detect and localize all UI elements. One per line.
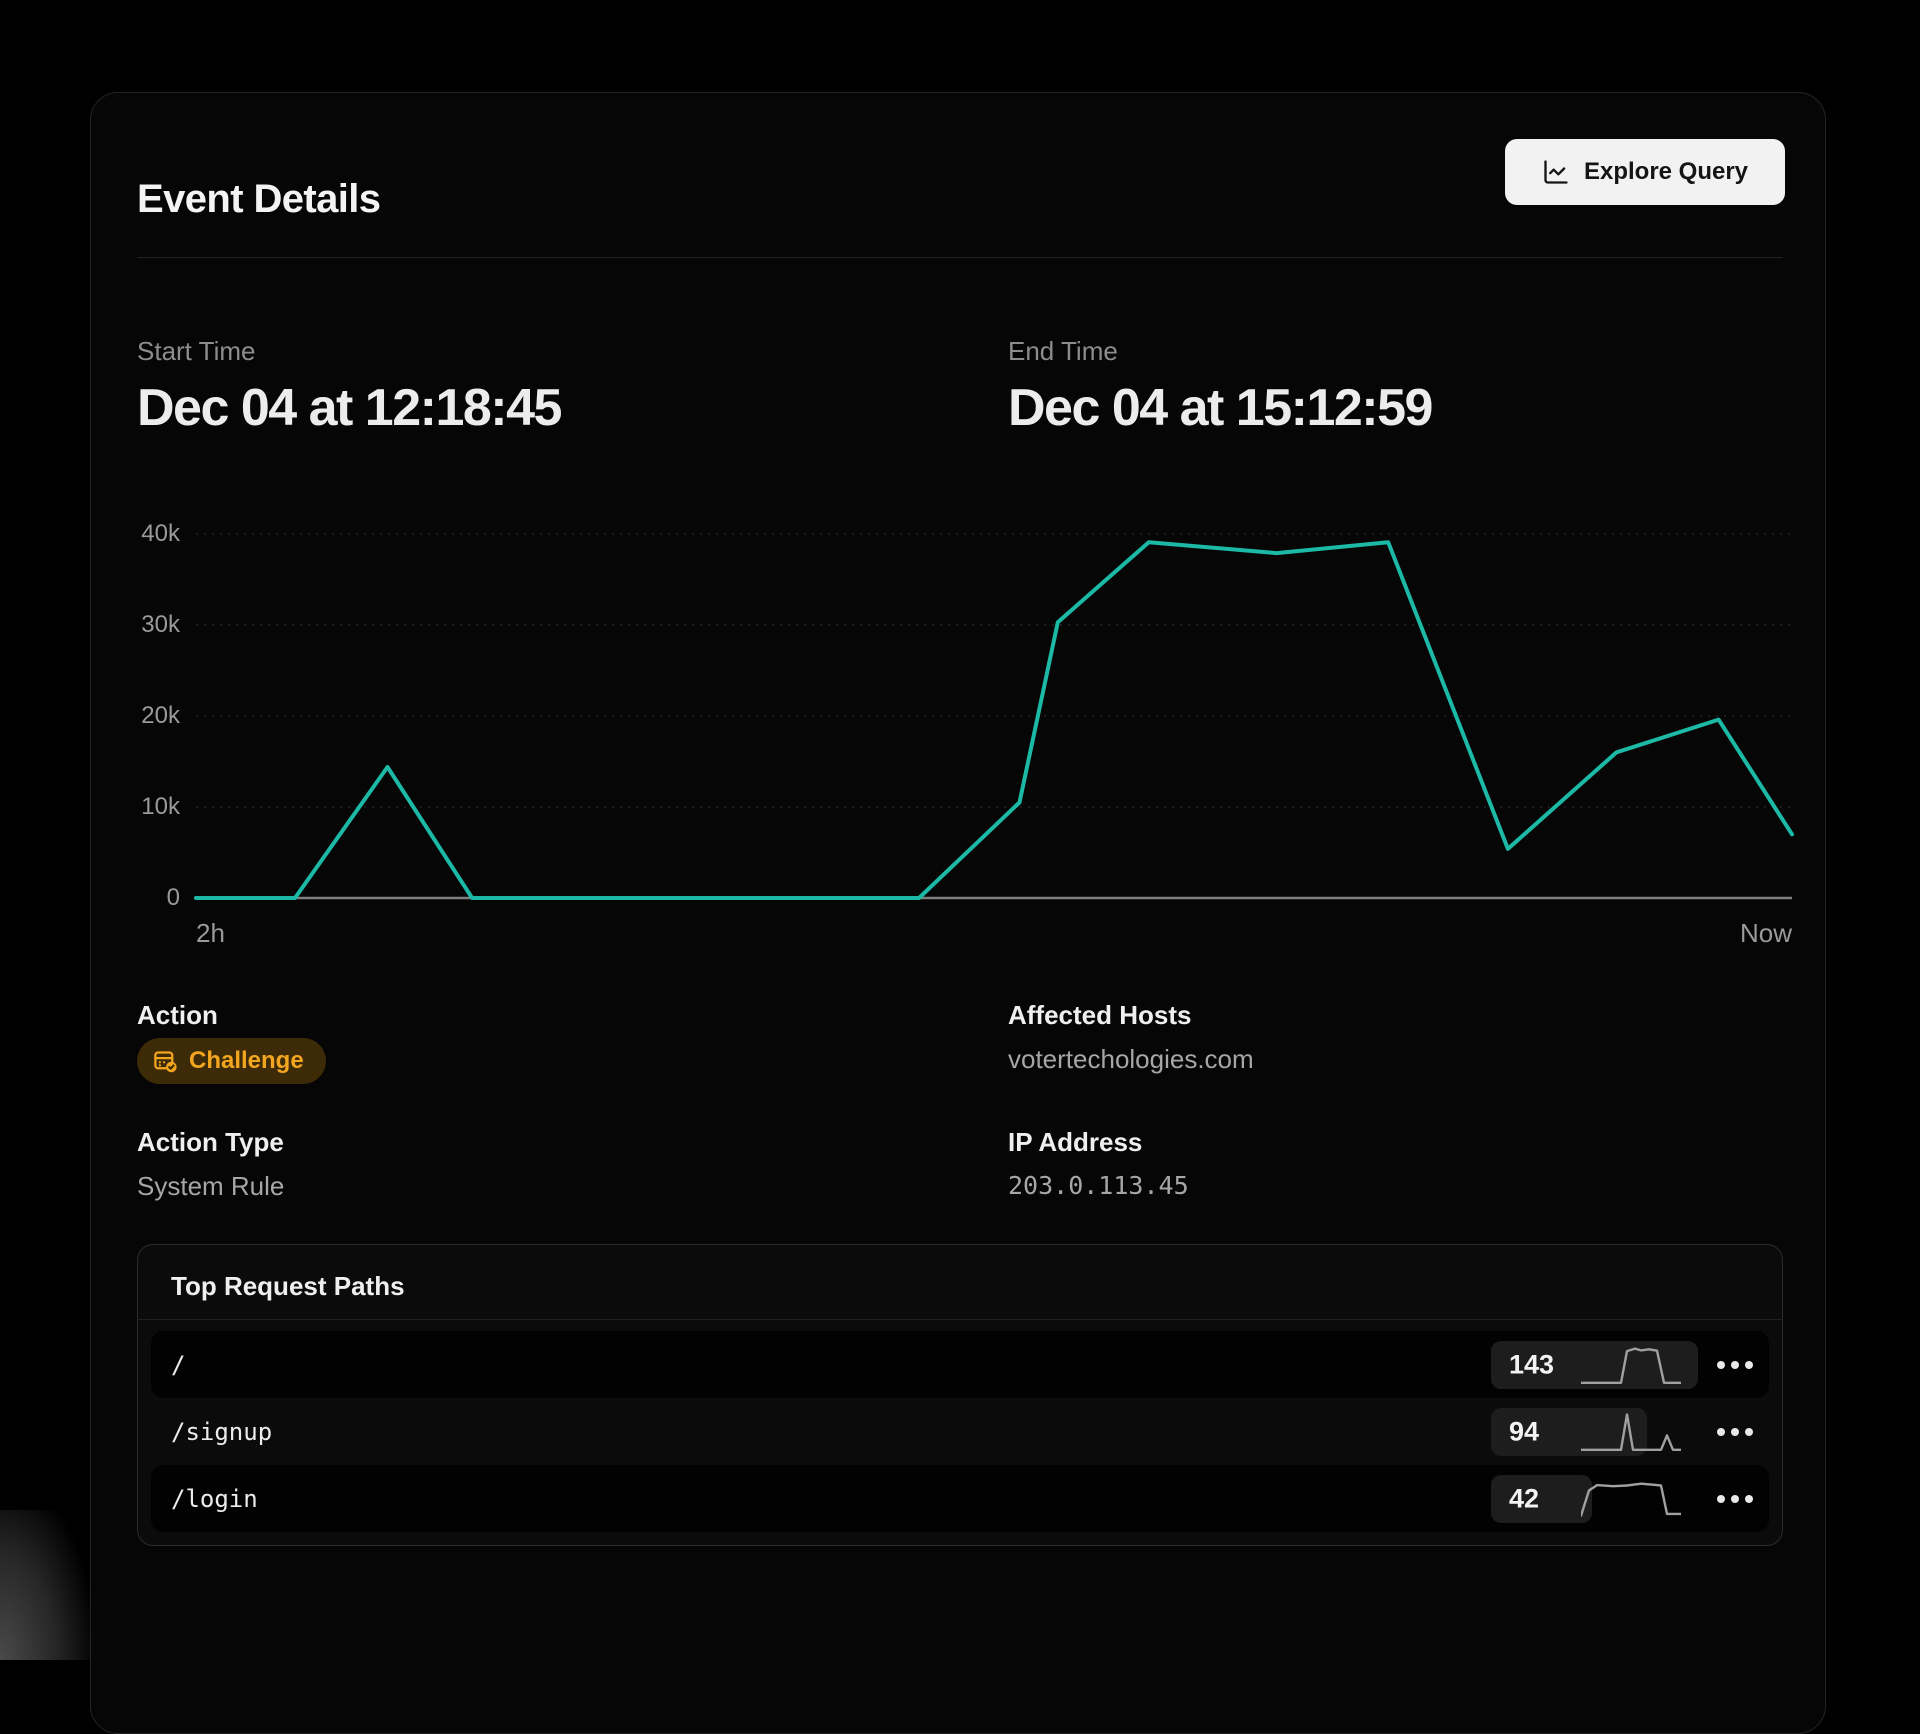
y-axis-tick: 40k	[141, 520, 180, 548]
challenge-badge-label: Challenge	[189, 1047, 304, 1075]
ellipsis-icon	[1731, 1428, 1739, 1436]
event-details-page: { "header": { "title": "Event Details", …	[0, 0, 1920, 1660]
header-divider	[137, 257, 1783, 258]
end-time-value: Dec 04 at 15:12:59	[1008, 378, 1432, 438]
action-type-label: Action Type	[137, 1127, 284, 1158]
ip-address-label: IP Address	[1008, 1127, 1142, 1158]
ellipsis-icon	[1731, 1361, 1739, 1369]
y-axis-tick: 30k	[141, 611, 180, 639]
y-axis-tick: 0	[167, 884, 180, 912]
row-menu-button[interactable]	[1707, 1351, 1763, 1379]
ellipsis-icon	[1717, 1495, 1725, 1503]
y-axis-tick: 10k	[141, 793, 180, 821]
row-menu-button[interactable]	[1707, 1485, 1763, 1513]
affected-hosts-label: Affected Hosts	[1008, 1000, 1191, 1031]
path-row[interactable]: /signup 94	[151, 1398, 1769, 1465]
ellipsis-icon	[1717, 1428, 1725, 1436]
challenge-table-check-icon	[152, 1048, 179, 1075]
ellipsis-icon	[1731, 1495, 1739, 1503]
traffic-chart: 40k 30k 20k 10k 0 2h Now	[90, 500, 1824, 970]
page-title: Event Details	[137, 177, 380, 222]
traffic-chart-svg	[90, 500, 1824, 920]
request-count: 94	[1509, 1416, 1539, 1447]
explore-query-label: Explore Query	[1584, 158, 1748, 186]
challenge-badge: Challenge	[137, 1038, 326, 1084]
sparkline-chart	[1581, 1343, 1681, 1387]
row-menu-button[interactable]	[1707, 1418, 1763, 1446]
count-chip	[1491, 1475, 1592, 1523]
end-time-label: End Time	[1008, 336, 1118, 367]
request-path: /	[171, 1351, 185, 1379]
traffic-line-series	[196, 542, 1792, 898]
action-type-value: System Rule	[137, 1171, 284, 1202]
ellipsis-icon	[1745, 1361, 1753, 1369]
affected-hosts-value: votertechologies.com	[1008, 1044, 1254, 1075]
sparkline-chart	[1581, 1477, 1681, 1521]
ellipsis-icon	[1745, 1428, 1753, 1436]
path-row[interactable]: /login 42	[151, 1465, 1769, 1532]
path-row[interactable]: / 143	[151, 1331, 1769, 1398]
request-path: /signup	[171, 1418, 272, 1446]
action-label: Action	[137, 1000, 218, 1031]
start-time-value: Dec 04 at 12:18:45	[137, 378, 561, 438]
top-request-paths-panel: Top Request Paths / 143 /signup 94 /logi…	[137, 1244, 1783, 1546]
explore-query-button[interactable]: Explore Query	[1505, 139, 1785, 205]
top-request-paths-title: Top Request Paths	[171, 1271, 405, 1302]
ip-address-value: 203.0.113.45	[1008, 1171, 1189, 1200]
request-path: /login	[171, 1485, 258, 1513]
y-axis-tick: 20k	[141, 702, 180, 730]
request-count: 143	[1509, 1349, 1554, 1380]
start-time-label: Start Time	[137, 336, 255, 367]
x-axis-end-label: Now	[1740, 918, 1792, 949]
sparkline-chart	[1581, 1410, 1681, 1454]
chart-line-icon	[1542, 158, 1570, 186]
panel-divider	[138, 1319, 1782, 1320]
request-count: 42	[1509, 1483, 1539, 1514]
ellipsis-icon	[1717, 1361, 1725, 1369]
corner-glow	[0, 1510, 90, 1660]
x-axis-start-label: 2h	[196, 918, 225, 949]
ellipsis-icon	[1745, 1495, 1753, 1503]
